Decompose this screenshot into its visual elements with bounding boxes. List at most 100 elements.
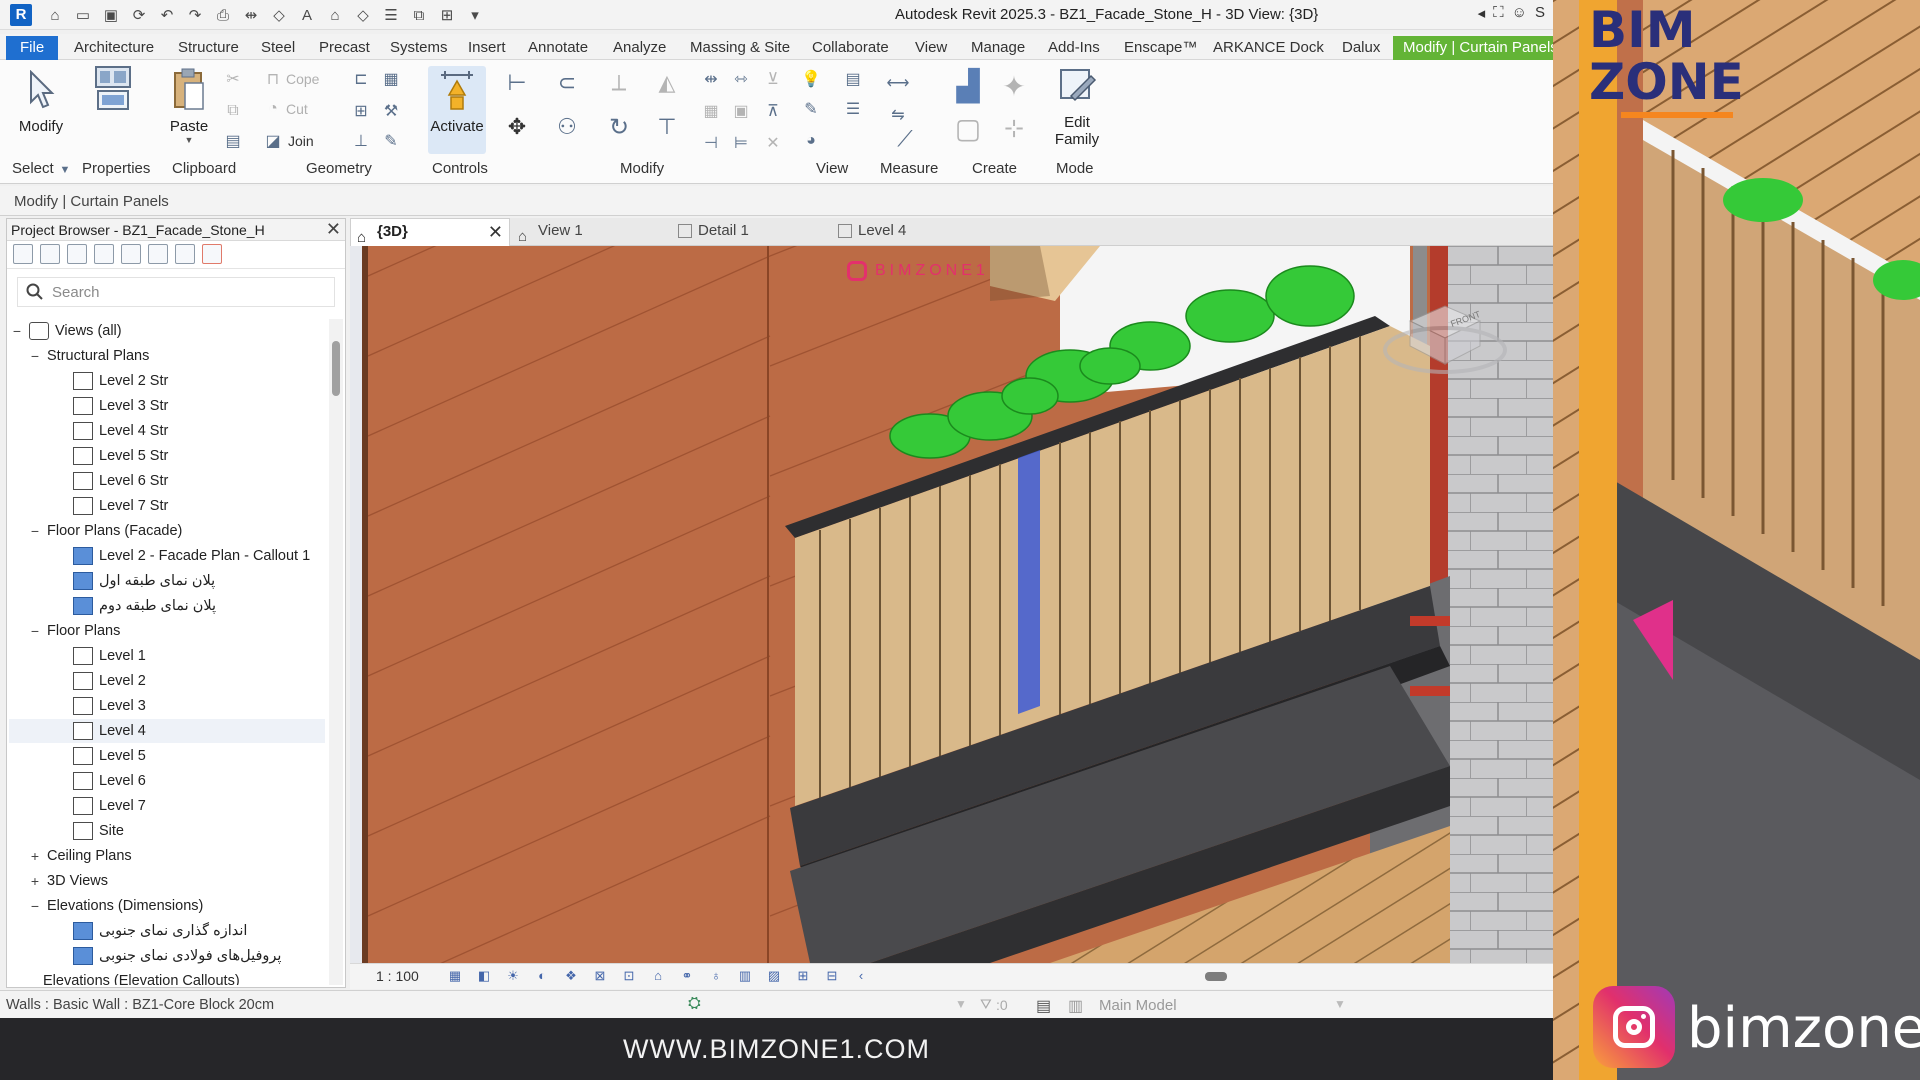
tree-node-level-6-str[interactable]: Level 6 Str	[73, 469, 168, 493]
browser-sheets-icon[interactable]	[94, 244, 114, 264]
filter-view-icon[interactable]: ☰	[842, 98, 864, 120]
tab-dalux[interactable]: Dalux	[1342, 36, 1380, 60]
collapse-icon[interactable]: −	[29, 344, 41, 368]
tag-icon[interactable]: ◇	[268, 4, 290, 26]
tab-structure[interactable]: Structure	[178, 36, 239, 60]
model-dropdown-icon[interactable]: ▼	[1334, 997, 1346, 1011]
main-model-icon[interactable]: ▥	[1068, 996, 1083, 1016]
copy-element-icon[interactable]: ⚇	[556, 114, 578, 139]
unpin-icon[interactable]: ⊼	[762, 100, 784, 122]
create-assembly-icon[interactable]: ▟	[950, 68, 986, 104]
collapse-icon[interactable]: −	[29, 619, 41, 643]
tab-insert[interactable]: Insert	[468, 36, 506, 60]
tree-node-structural-plans[interactable]: − Structural Plans	[29, 344, 149, 368]
paste-button[interactable]: Paste ▼	[160, 66, 218, 154]
filter-icon[interactable]: ⛛	[980, 996, 992, 1013]
tab-add-ins[interactable]: Add-Ins	[1048, 36, 1100, 60]
paint-icon[interactable]: ⊞	[350, 100, 372, 122]
paste-dropdown-icon[interactable]: ▼	[160, 135, 218, 145]
close-icon[interactable]: ✕	[326, 219, 341, 240]
view-scale[interactable]: 1 : 100	[376, 968, 419, 984]
tab-systems[interactable]: Systems	[390, 36, 448, 60]
sun-path-icon[interactable]: ☀	[504, 968, 522, 984]
tree-node-level-7[interactable]: Level 7	[73, 794, 146, 818]
linework-icon[interactable]: ✎	[800, 98, 822, 120]
paint-view-icon[interactable]: ◕	[800, 130, 822, 152]
expand-icon[interactable]: +	[29, 869, 41, 893]
tree-node-views-all[interactable]: − Views (all)	[11, 319, 122, 343]
tab-file[interactable]: File	[6, 36, 59, 60]
text-icon[interactable]: A	[296, 4, 318, 26]
analytical-model-icon[interactable]: ▥	[736, 968, 754, 984]
tab-annotate[interactable]: Annotate	[528, 36, 588, 60]
print-icon[interactable]: ⎙	[212, 4, 234, 26]
section-icon[interactable]: ◇	[352, 4, 374, 26]
binoculars-icon[interactable]: ⛶	[1493, 4, 1504, 22]
tree-node-level-2-str[interactable]: Level 2 Str	[73, 369, 168, 393]
crop-region-icon[interactable]: ⊡	[620, 968, 638, 984]
tab-view-1[interactable]: ⌂ View 1	[512, 218, 672, 246]
sync-icon[interactable]: ⟳	[128, 4, 150, 26]
rotate-icon[interactable]: ↻	[608, 114, 630, 141]
tab-view[interactable]: View	[915, 36, 947, 60]
tab-analyze[interactable]: Analyze	[613, 36, 666, 60]
close-tab-icon[interactable]: ✕	[488, 219, 503, 245]
wall-joins-icon[interactable]: ⊏	[350, 68, 372, 90]
scrollbar-thumb[interactable]	[332, 341, 340, 396]
split-icon[interactable]: ⇹	[700, 68, 722, 90]
tree-node-level-3-str[interactable]: Level 3 Str	[73, 394, 168, 418]
main-model-select[interactable]: Main Model	[1099, 997, 1177, 1014]
offset-icon[interactable]: ⊂	[556, 70, 578, 95]
tree-node-south-elevation-steel[interactable]: پروفیل‌های فولادی نمای جنوبی	[73, 944, 281, 968]
scale-icon[interactable]: ▣	[730, 100, 752, 122]
trim-extend-icon[interactable]: ⊤	[656, 114, 678, 139]
pin-icon[interactable]: ⊻	[762, 68, 784, 90]
tab-architecture[interactable]: Architecture	[74, 36, 154, 60]
tree-node-level-5[interactable]: Level 5	[73, 744, 146, 768]
aligned-dimension-icon[interactable]: ⇋	[880, 104, 916, 126]
copy-icon[interactable]: ⧉	[222, 100, 244, 122]
tree-node-floor-plans[interactable]: − Floor Plans	[29, 619, 120, 643]
home-icon[interactable]: ⌂	[44, 4, 66, 26]
reveal-hidden-icon[interactable]: ♁	[707, 968, 725, 984]
trim-multiple-icon[interactable]: ⊨	[730, 132, 752, 154]
tree-node-level-7-str[interactable]: Level 7 Str	[73, 494, 168, 518]
expand-icon[interactable]: +	[29, 844, 41, 868]
collapse-icon[interactable]: −	[29, 894, 41, 918]
join-label[interactable]: Join	[288, 133, 314, 149]
browser-groups-icon[interactable]	[148, 244, 168, 264]
open-icon[interactable]: ▭	[72, 4, 94, 26]
align-icon[interactable]: ⊢	[506, 70, 528, 95]
crop-view-icon[interactable]: ⊠	[591, 968, 609, 984]
tree-node-level-6[interactable]: Level 6	[73, 769, 146, 793]
tree-node-facade-callout[interactable]: Level 2 - Facade Plan - Callout 1	[73, 544, 310, 568]
tab-steel[interactable]: Steel	[261, 36, 295, 60]
tree-node-floor-plans-facade[interactable]: − Floor Plans (Facade)	[29, 519, 182, 543]
browser-families-icon[interactable]	[121, 244, 141, 264]
tree-node-elevation-callouts[interactable]: Elevations (Elevation Callouts)	[43, 969, 240, 985]
tab-massing-site[interactable]: Massing & Site	[690, 36, 790, 60]
demolish-icon[interactable]: ⚒	[380, 100, 402, 122]
tree-node-south-elevation-dims[interactable]: اندازه گذاری نمای جنوبی	[73, 919, 247, 943]
3d-view-icon[interactable]: ⌂	[324, 4, 346, 26]
undo-icon[interactable]: ↶	[156, 4, 178, 26]
tree-node-level-3[interactable]: Level 3	[73, 694, 146, 718]
tree-node-level-4[interactable]: Level 4	[9, 719, 325, 743]
cope-icon[interactable]: ⊓	[262, 68, 284, 90]
browser-scrollbar[interactable]	[329, 319, 343, 985]
show-hidden-icon[interactable]: ⊟	[823, 968, 841, 984]
browser-schedules-icon[interactable]	[67, 244, 87, 264]
split-gap-icon[interactable]: ⇿	[730, 68, 752, 90]
create-parts-icon[interactable]: ✦	[996, 68, 1032, 104]
tab-detail-1[interactable]: Detail 1	[672, 218, 832, 246]
tab-precast[interactable]: Precast	[319, 36, 370, 60]
tab-collaborate[interactable]: Collaborate	[812, 36, 889, 60]
browser-revit-links-icon[interactable]	[202, 244, 222, 264]
status-dropdown-icon[interactable]: ▼	[955, 997, 967, 1011]
tab-arkance-dock[interactable]: ARKANCE Dock	[1213, 36, 1324, 60]
customize-qat-icon[interactable]: ▾	[464, 4, 486, 26]
cut-icon[interactable]: ✂	[222, 68, 244, 90]
close-hidden-icon[interactable]: ⧉	[408, 4, 430, 26]
tree-node-level-4-str[interactable]: Level 4 Str	[73, 419, 168, 443]
beam-column-joins-icon[interactable]: ⊥	[350, 130, 372, 152]
